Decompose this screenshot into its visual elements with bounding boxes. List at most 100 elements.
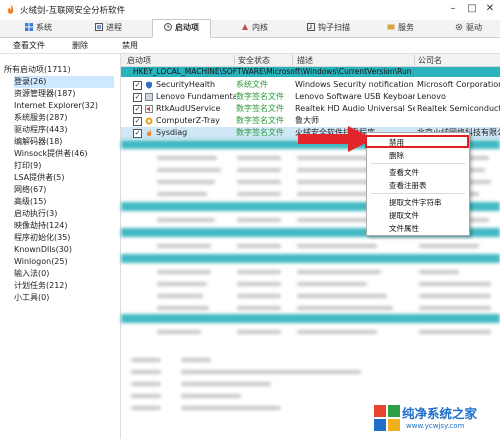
col-divider[interactable] bbox=[234, 55, 235, 65]
shield-icon bbox=[146, 81, 152, 89]
sidebar-item-codecs[interactable]: 编解码器(18) bbox=[14, 136, 62, 148]
sidebar-item-scheduled-tasks[interactable]: 计划任务(212) bbox=[14, 280, 68, 292]
sidebar-item-login[interactable]: 登录(26) bbox=[14, 76, 114, 88]
registry-key-group[interactable]: HKEY_LOCAL_MACHINE\SOFTWARE\Microsoft\Wi… bbox=[121, 67, 500, 77]
sidebar-item-gadgets[interactable]: 小工具(0) bbox=[14, 292, 49, 304]
tab-drivers[interactable]: 驱动 bbox=[440, 20, 497, 36]
sidebar-item-boot-execute[interactable]: 启动执行(3) bbox=[14, 208, 57, 220]
tab-process-label: 进程 bbox=[106, 23, 122, 32]
blurred-detail-line bbox=[121, 390, 500, 402]
menu-separator bbox=[371, 193, 465, 194]
blurred-detail-line bbox=[121, 378, 500, 390]
red-arrow-pointer bbox=[298, 126, 374, 152]
context-menu: 禁用 删除 查看文件 查看注册表 提取文件字符串 提取文件 文件属性 bbox=[365, 132, 470, 236]
disable-button[interactable]: 禁用 bbox=[122, 40, 138, 51]
row-name: SecurityHealth bbox=[156, 80, 216, 89]
tab-services-label: 服务 bbox=[398, 23, 414, 32]
sidebar-item-network[interactable]: 网络(67) bbox=[14, 184, 46, 196]
row-checkbox[interactable]: ✓ bbox=[133, 81, 142, 90]
menu-item-extract-file[interactable]: 提取文件 bbox=[389, 210, 419, 221]
blurred-row bbox=[121, 290, 500, 302]
tab-drivers-label: 驱动 bbox=[466, 23, 482, 32]
delete-button[interactable]: 删除 bbox=[72, 40, 88, 51]
blurred-row bbox=[121, 266, 500, 278]
tab-hook-scan[interactable]: 钩子扫描 bbox=[300, 20, 357, 36]
registry-key-path: HKEY_LOCAL_MACHINE\SOFTWARE\Microsoft\Wi… bbox=[133, 67, 412, 76]
watermark-logo-icon bbox=[374, 405, 400, 431]
col-header-status[interactable]: 安全状态 bbox=[238, 55, 270, 66]
col-header-desc[interactable]: 描述 bbox=[297, 55, 313, 66]
sidebar-item-lsa[interactable]: LSA提供者(5) bbox=[14, 172, 65, 184]
blurred-group-bar bbox=[121, 314, 500, 323]
row-company: Microsoft Corporation bbox=[417, 80, 500, 89]
blurred-detail-line bbox=[121, 354, 500, 366]
disable-highlight-box bbox=[365, 135, 469, 148]
sidebar-item-winsock[interactable]: Winsock提供者(46) bbox=[14, 148, 88, 160]
lenovo-app-icon bbox=[145, 93, 153, 101]
process-icon bbox=[95, 23, 103, 31]
hook-icon bbox=[307, 23, 315, 31]
main-tab-bar: 系统 进程 启动项 内核 钩子扫描 服务 驱动 bbox=[0, 19, 500, 38]
row-desc: Windows Security notification i... bbox=[295, 80, 415, 89]
menu-item-disable[interactable]: 禁用 bbox=[389, 137, 404, 148]
menu-item-delete[interactable]: 删除 bbox=[389, 150, 404, 161]
sidebar-item-services[interactable]: 系统服务(287) bbox=[14, 112, 68, 124]
menu-item-view-file[interactable]: 查看文件 bbox=[389, 167, 419, 178]
tab-startup[interactable]: 启动项 bbox=[152, 19, 211, 38]
col-divider[interactable] bbox=[292, 55, 293, 65]
sidebar-item-drivers[interactable]: 驱动程序(443) bbox=[14, 124, 68, 136]
tab-kernel[interactable]: 内核 bbox=[226, 20, 283, 36]
sidebar-item-print[interactable]: 打印(9) bbox=[14, 160, 41, 172]
row-status: 系统文件 bbox=[236, 80, 268, 89]
view-file-button[interactable]: 查看文件 bbox=[13, 40, 45, 51]
minimize-button[interactable]: – bbox=[446, 2, 460, 16]
menu-item-file-properties[interactable]: 文件属性 bbox=[389, 223, 419, 234]
tab-system[interactable]: 系统 bbox=[10, 20, 67, 36]
tab-system-label: 系统 bbox=[36, 23, 52, 32]
blurred-row bbox=[121, 278, 500, 290]
maximize-button[interactable]: □ bbox=[465, 2, 479, 16]
menu-item-extract-strings[interactable]: 提取文件字符串 bbox=[389, 197, 442, 208]
sidebar-item-appinit[interactable]: 程序初始化(35) bbox=[14, 232, 70, 244]
sidebar-item-image-hijack[interactable]: 映像劫持(124) bbox=[14, 220, 68, 232]
gear-icon bbox=[455, 23, 463, 31]
sidebar-item-ime[interactable]: 输入法(0) bbox=[14, 268, 49, 280]
site-watermark: 纯净系统之家 www.ycwjsy.com bbox=[372, 402, 498, 436]
title-bar: 火绒剑-互联网安全分析软件 – □ ✕ bbox=[0, 0, 500, 21]
row-checkbox[interactable]: ✓ bbox=[133, 93, 142, 102]
toolbar: 查看文件 删除 禁用 bbox=[0, 38, 500, 54]
blurred-group-bar bbox=[121, 254, 500, 263]
startup-category-sidebar: 所有启动项(1711) 登录(26) 资源管理器(187) Internet E… bbox=[0, 54, 121, 439]
blurred-row bbox=[121, 302, 500, 314]
menu-item-view-registry[interactable]: 查看注册表 bbox=[389, 180, 427, 191]
watermark-url: www.ycwjsy.com bbox=[406, 422, 465, 430]
app-logo-icon bbox=[7, 4, 14, 14]
sidebar-item-winlogon[interactable]: Winlogon(25) bbox=[14, 256, 68, 268]
col-header-name[interactable]: 启动项 bbox=[127, 55, 151, 66]
sidebar-item-advanced[interactable]: 高级(15) bbox=[14, 196, 46, 208]
sidebar-item-ie[interactable]: Internet Explorer(32) bbox=[14, 100, 98, 112]
kernel-icon bbox=[242, 24, 248, 30]
menu-separator bbox=[371, 163, 465, 164]
watermark-text: 纯净系统之家 bbox=[402, 406, 478, 421]
col-header-company[interactable]: 公司名 bbox=[418, 55, 442, 66]
tab-process[interactable]: 进程 bbox=[80, 20, 137, 36]
services-icon bbox=[387, 24, 395, 30]
tab-hook-scan-label: 钩子扫描 bbox=[318, 23, 350, 32]
clock-icon bbox=[164, 23, 172, 31]
close-button[interactable]: ✕ bbox=[483, 2, 497, 16]
sidebar-root-all[interactable]: 所有启动项(1711) bbox=[4, 64, 71, 76]
window-title: 火绒剑-互联网安全分析软件 bbox=[20, 6, 126, 16]
tab-services[interactable]: 服务 bbox=[372, 20, 429, 36]
blurred-row bbox=[121, 326, 500, 338]
list-header: 启动项 安全状态 描述 公司名 bbox=[121, 54, 500, 67]
table-row[interactable]: ✓ SecurityHealth 系统文件 Windows Security n… bbox=[121, 79, 500, 91]
tab-startup-label: 启动项 bbox=[175, 23, 199, 32]
windows-icon bbox=[25, 23, 33, 31]
col-divider[interactable] bbox=[414, 55, 415, 65]
tab-kernel-label: 内核 bbox=[252, 23, 268, 32]
blurred-row bbox=[121, 240, 500, 252]
blurred-detail-line bbox=[121, 366, 500, 378]
sidebar-item-explorer[interactable]: 资源管理器(187) bbox=[14, 88, 76, 100]
sidebar-item-knowndlls[interactable]: KnownDlls(30) bbox=[14, 244, 72, 256]
